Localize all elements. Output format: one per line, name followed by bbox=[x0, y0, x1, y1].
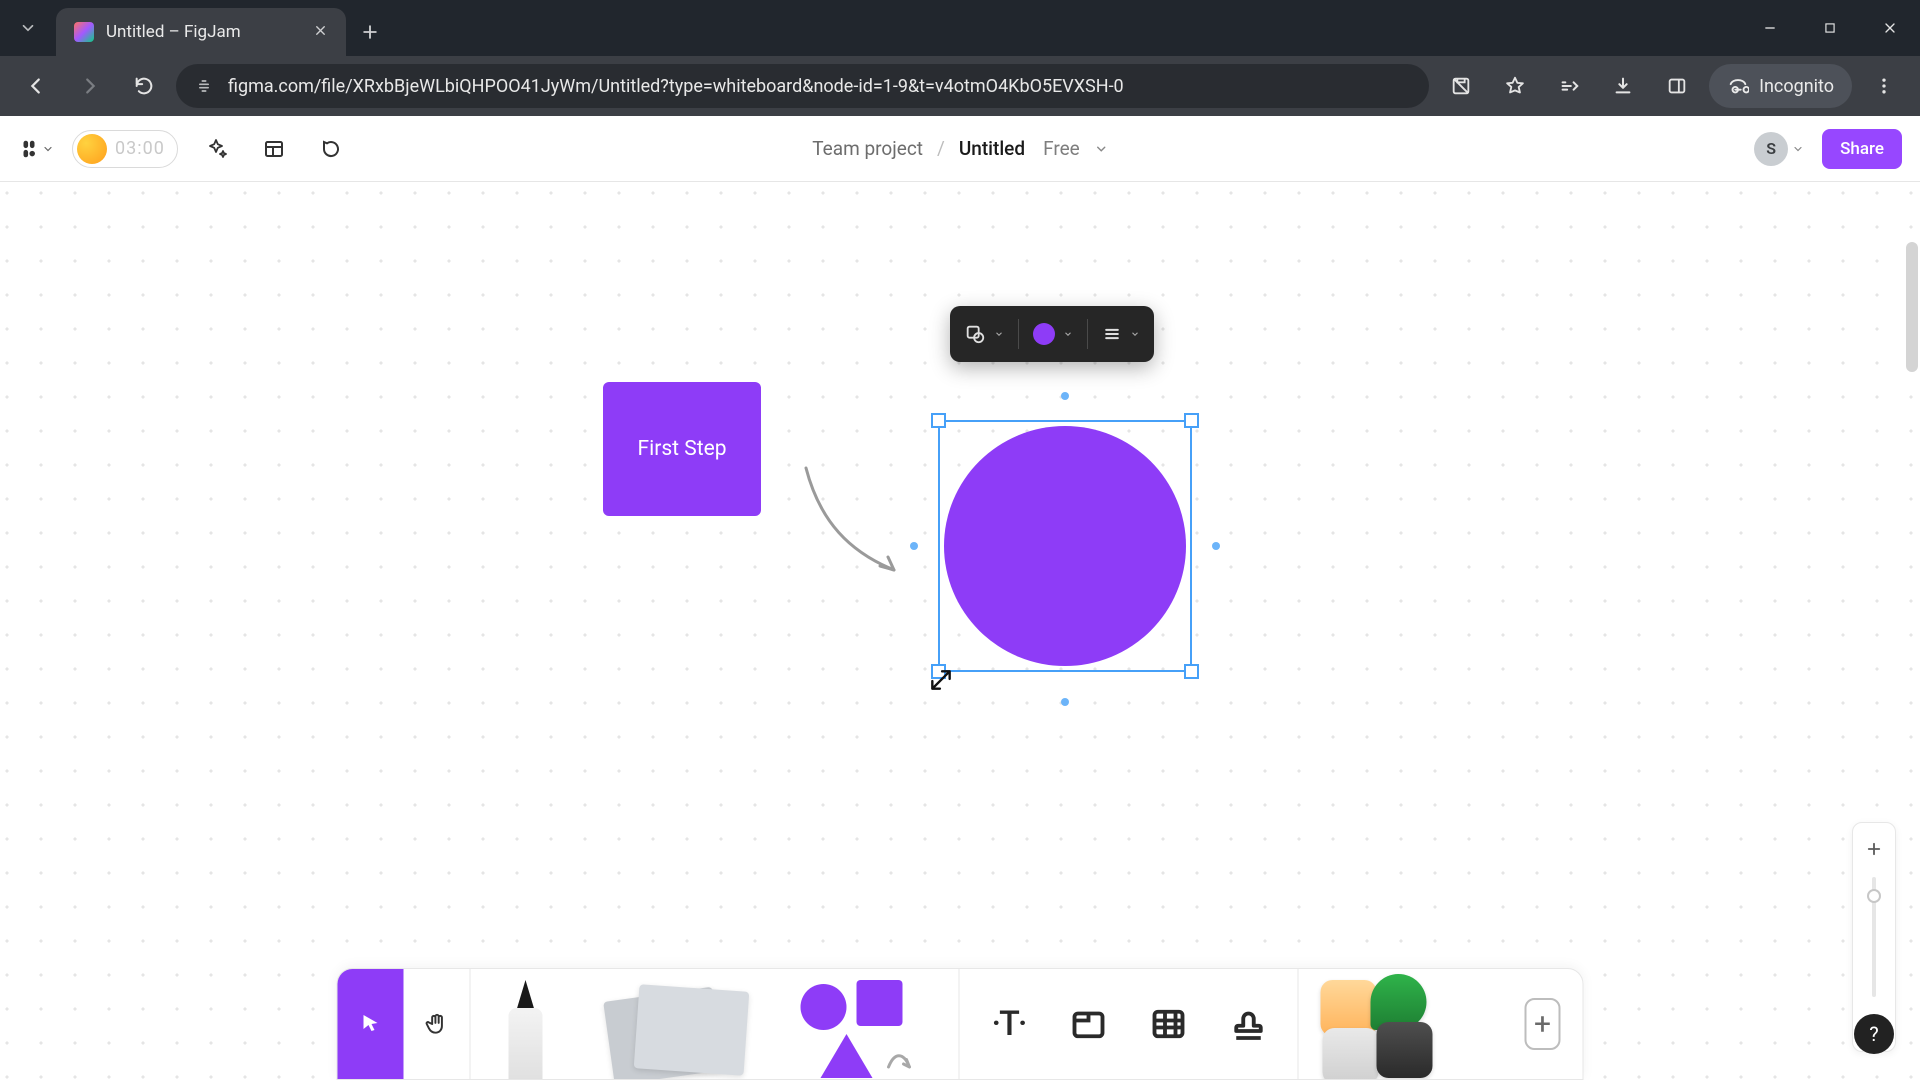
templates-icon[interactable] bbox=[254, 129, 294, 169]
toolbar-separator bbox=[1018, 319, 1019, 349]
connector-port-left[interactable] bbox=[910, 542, 918, 550]
canvas[interactable]: First Step ? bbox=[0, 182, 1920, 1080]
url-field[interactable]: figma.com/file/XRxbBjeWLbiQHPOO41JyWm/Un… bbox=[176, 64, 1429, 108]
selection-bounding-box[interactable] bbox=[938, 420, 1192, 672]
user-avatar: S bbox=[1754, 132, 1788, 166]
chevron-down-icon[interactable] bbox=[1094, 142, 1108, 156]
downloads-icon[interactable] bbox=[1601, 64, 1645, 108]
url-text: figma.com/file/XRxbBjeWLbiQHPOO41JyWm/Un… bbox=[228, 76, 1411, 97]
connector-port-bottom[interactable] bbox=[1061, 698, 1069, 706]
sticker-cluster-icon bbox=[1321, 974, 1481, 1074]
text-tool[interactable]: ·T· bbox=[982, 997, 1036, 1051]
stamp-tool[interactable] bbox=[1222, 997, 1276, 1051]
marker-icon bbox=[503, 968, 549, 1080]
install-app-icon[interactable] bbox=[1439, 64, 1483, 108]
marker-tool[interactable] bbox=[471, 969, 581, 1079]
breadcrumb-project[interactable]: Team project bbox=[812, 137, 923, 160]
shape-first-step-rect[interactable]: First Step bbox=[603, 382, 761, 516]
plus-icon: + bbox=[1525, 998, 1561, 1050]
zoom-in-button[interactable] bbox=[1854, 829, 1894, 869]
browser-tabbar: Untitled – FigJam bbox=[0, 0, 1920, 56]
breadcrumb: Team project / Untitled Free bbox=[812, 137, 1108, 160]
zoom-slider-thumb[interactable] bbox=[1867, 889, 1881, 903]
browser-menu-icon[interactable] bbox=[1862, 64, 1906, 108]
window-close-button[interactable] bbox=[1860, 0, 1920, 56]
toolbar-separator bbox=[1087, 319, 1088, 349]
fill-color-picker[interactable] bbox=[1033, 323, 1073, 345]
resize-handle-bl[interactable] bbox=[931, 664, 946, 679]
resize-handle-tl[interactable] bbox=[931, 413, 946, 428]
browser-addressbar: figma.com/file/XRxbBjeWLbiQHPOO41JyWm/Un… bbox=[0, 56, 1920, 116]
comments-icon[interactable] bbox=[312, 129, 352, 169]
close-tab-icon[interactable] bbox=[313, 23, 328, 42]
timer-avatar-icon bbox=[77, 134, 107, 164]
breadcrumb-title[interactable]: Untitled bbox=[959, 137, 1025, 160]
shape-label: First Step bbox=[637, 437, 726, 461]
user-menu[interactable]: S bbox=[1754, 132, 1804, 166]
shape-type-picker[interactable] bbox=[964, 323, 1004, 345]
stickers-widgets[interactable] bbox=[1299, 969, 1503, 1079]
site-settings-icon[interactable] bbox=[194, 76, 214, 96]
more-options-button[interactable] bbox=[1102, 324, 1140, 344]
shapes-cluster-icon bbox=[797, 974, 937, 1074]
bookmark-star-icon[interactable] bbox=[1493, 64, 1537, 108]
more-tools-button[interactable]: + bbox=[1503, 969, 1583, 1079]
color-swatch-icon bbox=[1033, 323, 1055, 345]
share-button[interactable]: Share bbox=[1822, 129, 1902, 169]
table-tool[interactable] bbox=[1142, 997, 1196, 1051]
breadcrumb-separator: / bbox=[937, 137, 945, 160]
sticky-stack-icon bbox=[603, 974, 753, 1074]
timer-widget[interactable]: 03:00 bbox=[72, 130, 178, 168]
select-tool[interactable] bbox=[338, 969, 404, 1079]
misc-tools-group: ·T· bbox=[960, 969, 1298, 1079]
incognito-label: Incognito bbox=[1759, 76, 1834, 97]
tab-search-dropdown[interactable] bbox=[0, 0, 56, 56]
browser-tab-active[interactable]: Untitled – FigJam bbox=[56, 8, 346, 56]
plan-badge[interactable]: Free bbox=[1043, 137, 1080, 160]
section-tool[interactable] bbox=[1062, 997, 1116, 1051]
help-button[interactable]: ? bbox=[1854, 1014, 1894, 1054]
hand-tool[interactable] bbox=[404, 969, 470, 1079]
media-control-icon[interactable] bbox=[1547, 64, 1591, 108]
main-menu-button[interactable] bbox=[18, 138, 54, 160]
connector-arrow[interactable] bbox=[800, 462, 910, 582]
sticky-note-tool[interactable] bbox=[581, 969, 775, 1079]
window-maximize-button[interactable] bbox=[1800, 0, 1860, 56]
tool-dock: ·T· + bbox=[337, 968, 1584, 1080]
resize-handle-tr[interactable] bbox=[1184, 413, 1199, 428]
ai-assist-icon[interactable] bbox=[196, 129, 236, 169]
selection-context-toolbar bbox=[950, 306, 1154, 362]
nav-back-button[interactable] bbox=[14, 64, 58, 108]
window-minimize-button[interactable] bbox=[1740, 0, 1800, 56]
resize-handle-br[interactable] bbox=[1184, 664, 1199, 679]
window-controls bbox=[1740, 0, 1920, 56]
zoom-slider[interactable] bbox=[1872, 877, 1876, 997]
nav-forward-button[interactable] bbox=[68, 64, 112, 108]
figma-favicon bbox=[74, 22, 94, 42]
shapes-tool[interactable] bbox=[775, 969, 959, 1079]
tab-title: Untitled – FigJam bbox=[106, 22, 301, 42]
scrollbar-thumb[interactable] bbox=[1906, 242, 1918, 372]
new-tab-button[interactable] bbox=[346, 8, 394, 56]
connector-port-top[interactable] bbox=[1061, 392, 1069, 400]
connector-port-right[interactable] bbox=[1212, 542, 1220, 550]
nav-reload-button[interactable] bbox=[122, 64, 166, 108]
sidepanel-icon[interactable] bbox=[1655, 64, 1699, 108]
vertical-scrollbar[interactable] bbox=[1906, 182, 1918, 1080]
incognito-indicator[interactable]: Incognito bbox=[1709, 64, 1852, 108]
timer-value: 03:00 bbox=[115, 138, 165, 159]
app-topbar: 03:00 Team project / Untitled Free S Sha… bbox=[0, 116, 1920, 182]
